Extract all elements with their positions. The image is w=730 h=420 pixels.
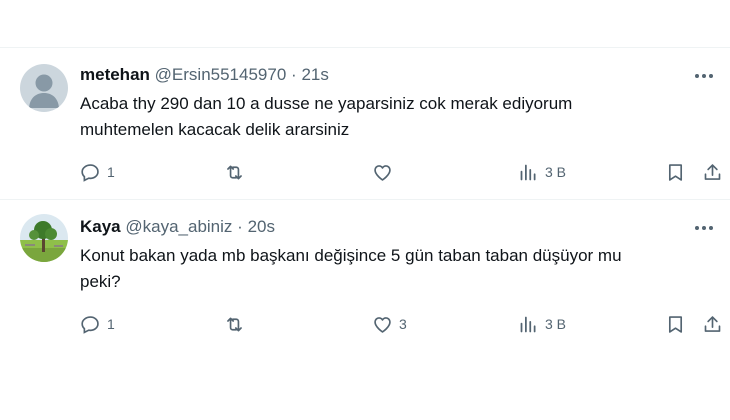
retweet-icon — [227, 317, 242, 331]
heart-icon — [374, 316, 391, 333]
reply-count: 1 — [107, 316, 115, 332]
views-button[interactable]: 3 B — [518, 312, 566, 336]
default-avatar-icon[interactable] — [20, 64, 68, 112]
bookmark-icon — [668, 315, 683, 333]
more-options-icon[interactable] — [692, 66, 716, 86]
bookmark-button[interactable] — [665, 312, 686, 336]
tweet-text-line: muhtemelen kacacak delik ararsiniz — [80, 120, 350, 139]
views-chart-icon — [520, 164, 536, 180]
view-count: 3 B — [545, 164, 567, 180]
like-count: 3 — [399, 316, 407, 332]
author-handle[interactable]: @kaya_abiniz — [125, 217, 232, 236]
separator-dot: · — [237, 217, 243, 236]
retweet-button[interactable] — [224, 312, 251, 336]
author-handle[interactable]: @Ersin55145970 — [155, 65, 287, 84]
tweet-actions: 1 3 3 B — [80, 312, 730, 336]
author-name[interactable]: metehan — [80, 65, 150, 84]
reply-icon — [81, 315, 99, 334]
tweet-text-line: Acaba thy 290 dan 10 a dusse ne yaparsin… — [80, 94, 573, 113]
tweet-text: Acaba thy 290 dan 10 a dusse ne yaparsin… — [80, 91, 700, 143]
tweet-metehan[interactable]: metehan @Ersin55145970 · 21s Acaba thy 2… — [0, 48, 730, 199]
view-count: 3 B — [545, 316, 567, 332]
tweet-header: Kaya @kaya_abiniz · 20s — [80, 216, 275, 238]
tweet-text-line: Konut bakan yada mb başkanı değişince 5 … — [80, 246, 622, 265]
retweet-icon — [227, 165, 242, 179]
tweet-header: metehan @Ersin55145970 · 21s — [80, 64, 329, 86]
tweet-text: Konut bakan yada mb başkanı değişince 5 … — [80, 243, 700, 295]
share-icon — [704, 163, 721, 180]
timestamp[interactable]: 21s — [301, 65, 328, 84]
retweet-button[interactable] — [224, 160, 251, 184]
views-chart-icon — [520, 316, 536, 332]
timestamp[interactable]: 20s — [248, 217, 275, 236]
views-button[interactable]: 3 B — [518, 160, 566, 184]
separator-dot: · — [291, 65, 297, 84]
like-button[interactable] — [372, 160, 399, 184]
tweet-kaya[interactable]: Kaya @kaya_abiniz · 20s Konut bakan yada… — [0, 200, 730, 350]
heart-icon — [374, 164, 391, 181]
share-icon — [704, 315, 721, 332]
reply-button[interactable]: 1 — [80, 160, 115, 184]
more-options-icon[interactable] — [692, 218, 716, 238]
reply-count: 1 — [107, 164, 115, 180]
share-button[interactable] — [702, 160, 723, 184]
reply-icon — [81, 163, 99, 182]
tweet-actions: 1 3 B — [80, 160, 730, 184]
like-button[interactable]: 3 — [372, 312, 407, 336]
park-photo-avatar[interactable] — [20, 214, 68, 262]
tweet-text-line: peki? — [80, 272, 121, 291]
author-name[interactable]: Kaya — [80, 217, 121, 236]
bookmark-icon — [668, 163, 683, 181]
bookmark-button[interactable] — [665, 160, 686, 184]
share-button[interactable] — [702, 312, 723, 336]
reply-button[interactable]: 1 — [80, 312, 115, 336]
